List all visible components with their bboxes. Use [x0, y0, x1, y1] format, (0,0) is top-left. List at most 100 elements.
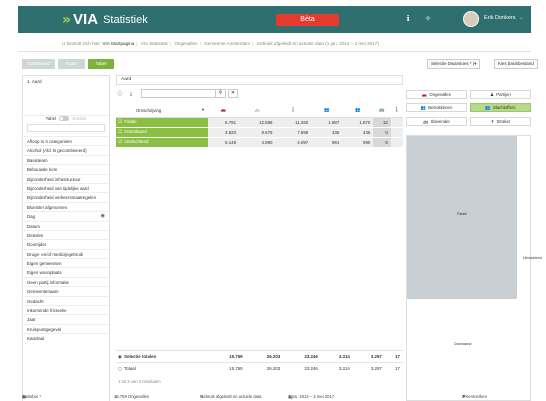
radio-selected-icon[interactable]: ◉ — [118, 355, 122, 360]
selection-totals-row: ◉ Selectie totalen 15.759 26.203 23.246 … — [116, 350, 403, 363]
row-label[interactable]: ☑ Doorslaand — [116, 127, 208, 138]
column-header-description[interactable]: Omschrijving — [116, 105, 198, 118]
via-statistiek-logo[interactable]: » VIA Statistiek — [62, 11, 148, 28]
measure-label: Straker — [496, 119, 511, 124]
table-cell: 4.990 — [239, 137, 276, 148]
info-icon[interactable]: ℹ — [403, 14, 413, 24]
kenmerk-list-item[interactable]: Inkomende frictoeke — [23, 305, 109, 314]
kenmerk-label: Deleden — [27, 232, 44, 238]
radio-icon[interactable]: ○ — [118, 367, 122, 372]
kenmerk-label: Bloeiste! afgenomen — [27, 204, 68, 210]
breadcrumb-item-ongevallen[interactable]: Ongevallen — [174, 41, 197, 46]
user-name[interactable]: Erik Donkers — [484, 15, 515, 21]
dashboard-button[interactable]: Dashboard — [22, 59, 55, 69]
kenmerk-list-item[interactable]: Bijzonderheid verkeersmaatregelen — [23, 192, 109, 201]
kenmerk-list-item[interactable]: Gedacht — [23, 295, 109, 305]
kenmerk-list-item[interactable]: Bebouwde kom — [23, 164, 109, 173]
selected-kenmerken-area[interactable]: 1. Aard — [23, 76, 109, 116]
table-cell: 4.097 — [275, 137, 312, 148]
kenmerk-list-item[interactable]: Deleden — [23, 229, 109, 239]
footer-text: 15.759 Ongevallen — [114, 394, 150, 399]
logo-via-text: VIA — [73, 11, 99, 28]
table-cell: 5 — [373, 137, 391, 148]
clear-icon[interactable]: ✕ — [228, 89, 238, 98]
column-header-voertuigen-icon[interactable]: 🚌 — [373, 105, 391, 118]
kenmerk-list-item[interactable]: Doorrijder — [23, 239, 109, 248]
breadcrumb-item-gemeente[interactable]: Gemeente Amsterdam — [204, 41, 250, 46]
kenmerk-list-item[interactable]: Kruispuntgegeval — [23, 323, 109, 333]
row-label[interactable]: ☑ Uitvluchtend — [116, 137, 208, 148]
checkbox-checked-icon[interactable]: ☑ — [118, 120, 123, 125]
measure-label: Ongevallen — [429, 92, 452, 97]
table-cell-empty — [390, 117, 403, 128]
measure-button-straker[interactable]: ✝ Straker — [470, 117, 531, 126]
kenmerk-list-item[interactable]: Basisteam — [23, 154, 109, 164]
info-icon[interactable]: ⓘ — [116, 90, 124, 98]
column-header-gewonden-icon[interactable]: 👥 — [342, 105, 374, 118]
table-title: Aard — [116, 75, 403, 85]
kenmerk-list-item[interactable]: Bijzonderheid infrastructuur — [23, 173, 109, 183]
kenmerk-label: Datum — [27, 223, 40, 229]
kenmerk-list-item[interactable]: Jaar — [23, 314, 109, 323]
kenmerk-list-item[interactable]: Kwartaal — [23, 333, 109, 342]
kenmerken-search-input[interactable] — [27, 124, 105, 132]
table-row[interactable]: ☑ Doorslaand 3.820 8.675 7.899 436 436 0 — [116, 127, 403, 138]
kenmerk-list-item[interactable]: Eigen gemeenten — [23, 258, 109, 267]
measure-button-slavender[interactable]: 🚌 Slavender — [406, 117, 467, 126]
selectie-dropdown-button[interactable]: Selectie Dwarstoes * (▾ — [427, 59, 481, 69]
measure-button-betrokkenen[interactable]: 👥 Betrokkenen — [406, 103, 467, 112]
selected-kenmerk-aard[interactable]: 1. Aard — [27, 79, 42, 84]
toggle-switch[interactable] — [59, 115, 70, 121]
sort-icon[interactable]: ▾ — [198, 105, 208, 118]
measure-button-slachtoffers[interactable]: 👥 Slachtoffers — [470, 103, 531, 112]
treemap-block-fatale[interactable]: Fatale — [407, 136, 517, 299]
column-header-doden-icon[interactable]: 🚶 — [390, 105, 403, 118]
logo-chevrons-icon: » — [62, 11, 71, 28]
download-icon[interactable]: ⤓ — [127, 90, 135, 98]
column-header-ongevallen-icon[interactable]: 🚗 — [208, 105, 240, 118]
kenmerk-list-item[interactable]: Afloop in 3 categorieën — [23, 136, 109, 145]
table-cell: 11.260 — [275, 117, 312, 128]
measure-button-ongevallen[interactable]: 🚗 Ongevallen — [406, 90, 467, 99]
kenmerk-list-item[interactable]: Bloeiste! afgenomen — [23, 201, 109, 211]
column-header-partijen-icon[interactable]: 🚲 — [239, 105, 276, 118]
table-cell: 6.791 — [208, 117, 240, 128]
column-header-slachtoffers-icon[interactable]: 👥 — [311, 105, 343, 118]
breadcrumb-item-statistiek[interactable]: VIA Statistiek — [141, 41, 168, 46]
kenmerk-label: Bijzonderheid van tijdelijke aard — [27, 185, 89, 191]
user-avatar[interactable] — [463, 11, 479, 27]
kenmerk-list-item[interactable]: Drugs- en/of medicijngebruik — [23, 248, 109, 258]
table-view: Aard ⓘ ⤓ ⚲ ✕ Omschrijving ▾ 🚗 🚲 🚶 👥 👥 🚌 … — [116, 75, 403, 401]
checkbox-checked-icon[interactable]: ☑ — [118, 140, 123, 145]
measure-icon: ♟ — [490, 93, 495, 98]
tabel-button[interactable]: Tabel — [88, 59, 114, 69]
table-row[interactable]: ☑ Fatale 6.791 12.598 11.260 1.887 1.870 12 — [116, 117, 403, 128]
kenmerk-label: Drugs- en/of medicijngebruik — [27, 251, 83, 257]
kenmerk-list-item[interactable]: Dag ◉ — [23, 211, 109, 220]
column-header-betrokkenen-icon[interactable]: 🚶 — [275, 105, 312, 118]
treemap-chart: Fatale Uitvluchtend Doorslaand — [406, 135, 542, 401]
kenmerk-list-item[interactable]: Geen partij informatie — [23, 276, 109, 286]
checkbox-checked-icon[interactable]: ☑ — [118, 130, 123, 135]
table-row[interactable]: ☑ Uitvluchtend 5.148 4.990 4.097 991 990 5 — [116, 137, 403, 148]
kenmerk-label: Gemeentenaam — [27, 289, 59, 295]
kenmerk-list-item[interactable]: Bijzonderheid van tijdelijke aard — [23, 182, 109, 192]
kies-basisbestand-button[interactable]: Kies basisbestand — [494, 59, 538, 69]
breadcrumb-item-startpagina[interactable]: VIA Startpagina — [102, 41, 134, 46]
measure-label: Betrokkenen — [428, 105, 453, 110]
kenmerk-list-item[interactable]: Gemeentenaam — [23, 286, 109, 295]
table-cell: 0 — [373, 127, 391, 138]
table-search-input[interactable] — [141, 89, 216, 98]
kaart-button[interactable]: Kaart — [58, 59, 85, 69]
measure-button-partijen[interactable]: ♟ Partijen — [470, 90, 531, 99]
breadcrumb-item-data[interactable]: Gebruik afgeleidt en actuele data (1 jan… — [257, 41, 379, 46]
help-icon[interactable]: ✧ — [423, 14, 433, 24]
search-icon[interactable]: ⚲ — [216, 89, 226, 98]
measure-label: Slavender — [430, 119, 450, 124]
user-menu-chevron-icon[interactable]: ⌄ — [519, 14, 524, 21]
kenmerk-list-item[interactable]: Eigen woonplaats — [23, 267, 109, 276]
row-label[interactable]: ☑ Fatale — [116, 117, 208, 128]
kenmerk-label: Gedacht — [27, 298, 44, 304]
kenmerk-list-item[interactable]: Alcohol (Afd. B gecombineerd) — [23, 145, 109, 154]
kenmerk-list-item[interactable]: Datum — [23, 220, 109, 230]
